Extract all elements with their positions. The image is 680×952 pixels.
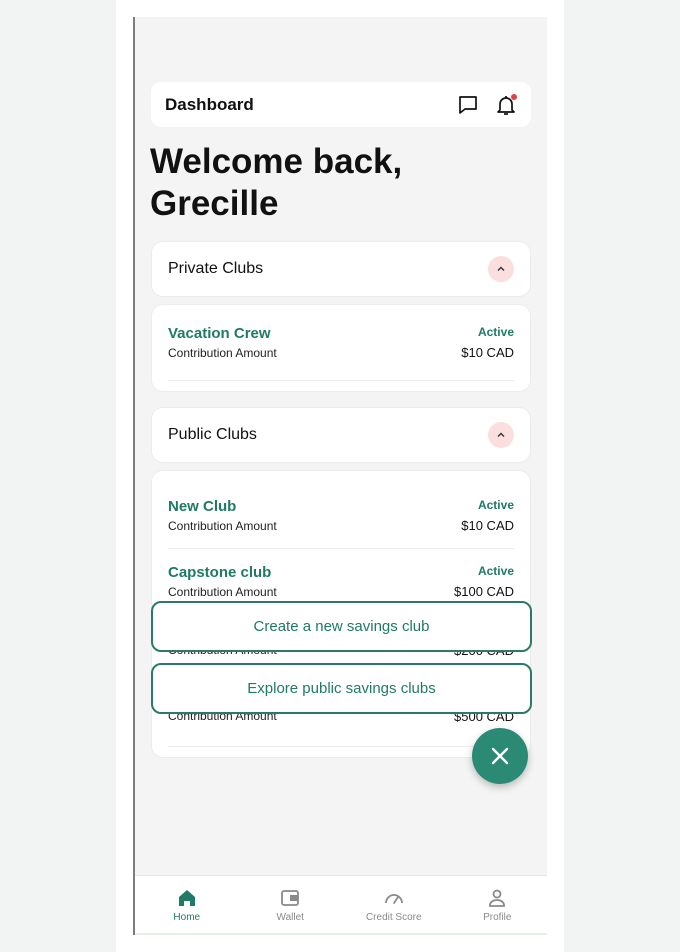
club-name: Vacation Crew [168, 325, 271, 342]
club-amount: $10 CAD [461, 518, 514, 533]
private-clubs-header[interactable]: Private Clubs [151, 241, 531, 297]
chevron-up-icon [497, 432, 505, 437]
gauge-icon [384, 894, 403, 904]
club-amount: $100 CAD [454, 584, 514, 599]
explore-clubs-button[interactable]: Explore public savings clubs [151, 663, 532, 714]
nav-item-home[interactable]: Home [135, 876, 239, 935]
wallet-icon [281, 890, 300, 906]
status-badge: Active [477, 564, 514, 578]
collapse-button[interactable] [488, 256, 514, 282]
create-club-button[interactable]: Create a new savings club [151, 601, 532, 652]
club-row[interactable]: New Club Contribution Amount Active $10 … [168, 483, 514, 549]
app-screen: Dashboard Welcome back, Grecille Private… [133, 17, 547, 935]
bell-icon[interactable] [495, 93, 517, 116]
club-subtitle: Contribution Amount [168, 519, 277, 533]
nav-label: Wallet [276, 912, 304, 923]
status-badge: Active [477, 325, 514, 339]
nav-item-wallet[interactable]: Wallet [239, 876, 343, 935]
public-clubs-header[interactable]: Public Clubs [151, 407, 531, 463]
nav-label: Profile [483, 912, 512, 923]
chevron-up-icon [497, 266, 505, 271]
close-icon [491, 747, 509, 765]
nav-label: Credit Score [365, 912, 422, 923]
nav-item-credit-score[interactable]: Credit Score [342, 876, 446, 935]
welcome-line: Welcome back, [150, 142, 403, 181]
club-subtitle: Contribution Amount [168, 346, 277, 360]
close-fab-button[interactable] [472, 728, 528, 784]
home-icon [178, 890, 195, 906]
nav-item-profile[interactable]: Profile [446, 876, 548, 935]
club-name: New Club [168, 498, 237, 515]
club-row[interactable]: Vacation Crew Contribution Amount Active… [168, 305, 514, 381]
top-bar: Dashboard [151, 82, 531, 127]
section-title: Private Clubs [168, 260, 264, 277]
club-subtitle: Contribution Amount [168, 585, 277, 599]
notification-dot [511, 93, 517, 100]
page-title: Dashboard [165, 94, 254, 114]
private-clubs-list: Vacation Crew Contribution Amount Active… [151, 304, 531, 392]
user-icon [489, 889, 506, 907]
club-name: Capstone club [168, 564, 272, 581]
collapse-button[interactable] [488, 422, 514, 448]
club-amount: $10 CAD [461, 345, 514, 360]
home-indicator-line [135, 933, 547, 935]
user-name: Grecille [150, 184, 279, 223]
status-badge: Active [477, 498, 514, 512]
chat-icon[interactable] [457, 94, 479, 116]
nav-label: Home [173, 912, 201, 923]
section-title: Public Clubs [168, 426, 257, 443]
bottom-nav: Home Wallet Credit Score Profile [135, 875, 547, 935]
welcome-heading: Welcome back, Grecille [150, 141, 530, 225]
